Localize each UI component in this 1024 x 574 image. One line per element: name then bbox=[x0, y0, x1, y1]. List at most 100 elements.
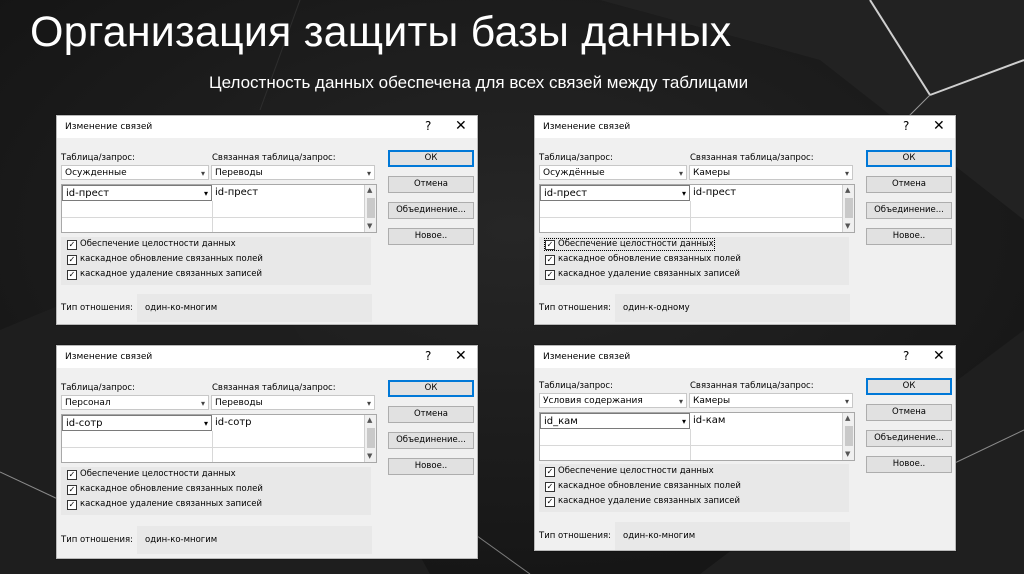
chevron-down-icon: ▾ bbox=[681, 189, 686, 198]
integrity-checkbox[interactable]: ✓ Обеспечение целостности данных bbox=[67, 469, 236, 480]
ok-button[interactable]: ОК bbox=[866, 150, 952, 167]
create-new-button[interactable]: Новое.. bbox=[866, 456, 952, 473]
cascade-update-label: каскадное обновление связанных полей bbox=[80, 254, 263, 264]
scroll-thumb[interactable] bbox=[367, 198, 375, 218]
integrity-checkbox[interactable]: ✓ Обеспечение целостности данных bbox=[545, 466, 714, 477]
table-select[interactable]: Условия содержания ▾ bbox=[539, 393, 687, 408]
check-icon: ✓ bbox=[67, 240, 77, 250]
scroll-thumb[interactable] bbox=[845, 198, 853, 218]
table-select-value: Персонал bbox=[65, 398, 111, 408]
scroll-up-icon[interactable]: ▲ bbox=[845, 186, 850, 194]
reltype-value: один-ко-многим bbox=[145, 303, 218, 313]
chevron-down-icon: ▾ bbox=[203, 419, 208, 428]
integrity-checkbox[interactable]: ✓ Обеспечение целостности данных bbox=[544, 238, 715, 251]
check-icon: ✓ bbox=[67, 485, 77, 495]
scroll-up-icon[interactable]: ▲ bbox=[367, 186, 372, 194]
reltype-box: один-ко-многим bbox=[615, 522, 850, 550]
field-left-select[interactable]: id_кам ▾ bbox=[540, 413, 690, 429]
related-table-select-value: Переводы bbox=[215, 398, 263, 408]
dialog-titlebar: Изменение связей ? ✕ bbox=[535, 116, 955, 138]
related-table-select-value: Камеры bbox=[693, 168, 731, 178]
grid-scrollbar[interactable]: ▲ ▼ bbox=[364, 185, 376, 232]
grid-scrollbar[interactable]: ▲ ▼ bbox=[842, 185, 854, 232]
edit-relationship-dialog-4: Изменение связей ? ✕ Таблица/запрос: Свя… bbox=[534, 345, 956, 551]
scroll-down-icon[interactable]: ▼ bbox=[367, 222, 372, 230]
field-right-cell[interactable]: id-сотр bbox=[212, 415, 362, 431]
integrity-checkbox[interactable]: ✓ Обеспечение целостности данных bbox=[67, 239, 236, 250]
cascade-update-checkbox[interactable]: ✓ каскадное обновление связанных полей bbox=[545, 481, 741, 492]
cascade-update-checkbox[interactable]: ✓ каскадное обновление связанных полей bbox=[67, 254, 263, 265]
help-icon[interactable]: ? bbox=[425, 349, 431, 363]
related-table-label: Связанная таблица/запрос: bbox=[690, 381, 814, 391]
table-label: Таблица/запрос: bbox=[61, 383, 135, 393]
create-new-button[interactable]: Новое.. bbox=[388, 228, 474, 245]
related-table-select[interactable]: Камеры ▾ bbox=[689, 393, 853, 408]
cascade-update-checkbox[interactable]: ✓ каскадное обновление связанных полей bbox=[67, 484, 263, 495]
field-right-cell[interactable]: id-кам bbox=[690, 413, 840, 429]
table-select[interactable]: Персонал ▾ bbox=[61, 395, 209, 410]
field-left-select[interactable]: id-прест ▾ bbox=[540, 185, 690, 201]
field-right-value: id-кам bbox=[693, 415, 726, 426]
field-right-value: id-прест bbox=[215, 187, 259, 198]
cascade-delete-checkbox[interactable]: ✓ каскадное удаление связанных записей bbox=[67, 499, 262, 510]
scroll-up-icon[interactable]: ▲ bbox=[845, 414, 850, 422]
grid-scrollbar[interactable]: ▲ ▼ bbox=[842, 413, 854, 460]
cancel-button[interactable]: Отмена bbox=[866, 176, 952, 193]
help-icon[interactable]: ? bbox=[903, 349, 909, 363]
join-type-button[interactable]: Объединение... bbox=[866, 430, 952, 447]
cascade-update-checkbox[interactable]: ✓ каскадное обновление связанных полей bbox=[545, 254, 741, 265]
create-new-button[interactable]: Новое.. bbox=[866, 228, 952, 245]
help-icon[interactable]: ? bbox=[425, 119, 431, 133]
join-type-button[interactable]: Объединение... bbox=[388, 202, 474, 219]
field-left-select[interactable]: id-прест ▾ bbox=[62, 185, 212, 201]
integrity-options: ✓ Обеспечение целостности данных ✓ каскадн… bbox=[61, 467, 371, 515]
related-table-select-value: Камеры bbox=[693, 396, 731, 406]
join-type-button[interactable]: Объединение... bbox=[388, 432, 474, 449]
scroll-thumb[interactable] bbox=[367, 428, 375, 448]
check-icon: ✓ bbox=[67, 470, 77, 480]
chevron-down-icon: ▾ bbox=[678, 397, 683, 406]
ok-button[interactable]: ОК bbox=[388, 150, 474, 167]
close-icon[interactable]: ✕ bbox=[455, 118, 467, 134]
grid-divider bbox=[62, 217, 364, 218]
create-new-button[interactable]: Новое.. bbox=[388, 458, 474, 475]
scroll-thumb[interactable] bbox=[845, 426, 853, 446]
scroll-down-icon[interactable]: ▼ bbox=[367, 452, 372, 460]
related-table-select[interactable]: Переводы ▾ bbox=[211, 395, 375, 410]
chevron-down-icon: ▾ bbox=[366, 399, 371, 408]
check-icon: ✓ bbox=[545, 497, 555, 507]
field-right-cell[interactable]: id-прест bbox=[212, 185, 362, 201]
fields-grid: id-прест ▾ id-прест ▲ ▼ bbox=[61, 184, 377, 233]
edit-relationship-dialog-3: Изменение связей ? ✕ Таблица/запрос: Свя… bbox=[56, 345, 478, 559]
scroll-down-icon[interactable]: ▼ bbox=[845, 450, 850, 458]
cascade-delete-checkbox[interactable]: ✓ каскадное удаление связанных записей bbox=[545, 496, 740, 507]
related-table-select[interactable]: Камеры ▾ bbox=[689, 165, 853, 180]
ok-button[interactable]: ОК bbox=[866, 378, 952, 395]
close-icon[interactable]: ✕ bbox=[455, 348, 467, 364]
field-left-select[interactable]: id-сотр ▾ bbox=[62, 415, 212, 431]
chevron-down-icon: ▾ bbox=[681, 417, 686, 426]
scroll-down-icon[interactable]: ▼ bbox=[845, 222, 850, 230]
table-label: Таблица/запрос: bbox=[61, 153, 135, 163]
chevron-down-icon: ▾ bbox=[200, 399, 205, 408]
check-icon: ✓ bbox=[67, 270, 77, 280]
scroll-up-icon[interactable]: ▲ bbox=[367, 416, 372, 424]
check-icon: ✓ bbox=[545, 270, 555, 280]
cancel-button[interactable]: Отмена bbox=[388, 176, 474, 193]
table-select[interactable]: Осуждённые ▾ bbox=[539, 165, 687, 180]
reltype-box: один-ко-многим bbox=[137, 526, 372, 554]
cancel-button[interactable]: Отмена bbox=[866, 404, 952, 421]
cascade-delete-checkbox[interactable]: ✓ каскадное удаление связанных записей bbox=[545, 269, 740, 280]
close-icon[interactable]: ✕ bbox=[933, 348, 945, 364]
cascade-delete-checkbox[interactable]: ✓ каскадное удаление связанных записей bbox=[67, 269, 262, 280]
close-icon[interactable]: ✕ bbox=[933, 118, 945, 134]
fields-grid: id_кам ▾ id-кам ▲ ▼ bbox=[539, 412, 855, 461]
join-type-button[interactable]: Объединение... bbox=[866, 202, 952, 219]
field-right-cell[interactable]: id-прест bbox=[690, 185, 840, 201]
ok-button[interactable]: ОК bbox=[388, 380, 474, 397]
related-table-select[interactable]: Переводы ▾ bbox=[211, 165, 375, 180]
help-icon[interactable]: ? bbox=[903, 119, 909, 133]
grid-scrollbar[interactable]: ▲ ▼ bbox=[364, 415, 376, 462]
table-select[interactable]: Осужденные ▾ bbox=[61, 165, 209, 180]
cancel-button[interactable]: Отмена bbox=[388, 406, 474, 423]
